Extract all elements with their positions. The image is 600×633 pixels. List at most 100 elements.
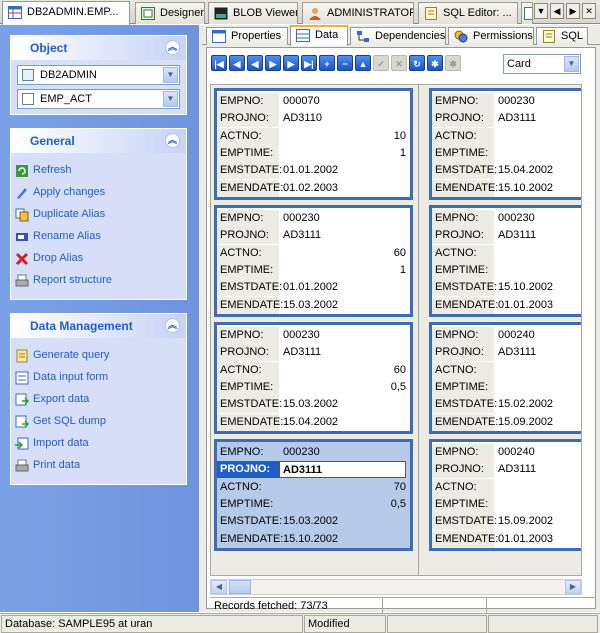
field-value[interactable]: 1 [283, 145, 406, 162]
cancel-edit-button[interactable]: ✕ [391, 55, 407, 71]
field-value[interactable]: AD3111 [498, 227, 581, 244]
card-field-actno[interactable]: ACTNO: 60 [217, 361, 410, 379]
tab-overflow-partial[interactable] [521, 2, 533, 24]
card-field-emptime[interactable]: EMPTIME: [432, 378, 581, 396]
card-field-emendate[interactable]: EMENDATE: 15.03.2002 [217, 296, 410, 314]
card-field-emstdate[interactable]: EMSTDATE: 01.01.2002 [217, 279, 410, 297]
card-field-empno[interactable]: EMPNO: 000230 [217, 327, 410, 344]
drop-alias-link[interactable]: Drop Alias [11, 249, 186, 271]
filter-button[interactable]: ✱ [445, 55, 461, 71]
field-value[interactable]: 000070 [283, 93, 406, 110]
prior-page-button[interactable]: ◀ [229, 55, 245, 71]
card-field-empno[interactable]: EMPNO: 000240 [432, 327, 581, 344]
field-value[interactable]: 0,5 [283, 379, 406, 396]
duplicate-alias-link[interactable]: Duplicate Alias [11, 205, 186, 227]
card-field-emptime[interactable]: EMPTIME: [432, 261, 581, 279]
card-field-emendate[interactable]: EMENDATE: 01.01.2003 [432, 296, 581, 314]
chevron-down-icon[interactable]: ▼ [564, 56, 579, 72]
field-value[interactable]: 60 [283, 245, 406, 262]
field-value[interactable]: AD3111 [498, 344, 581, 361]
field-value[interactable] [498, 245, 581, 262]
collapse-icon[interactable]: ︽ [165, 133, 180, 148]
database-select[interactable]: DB2ADMIN ▼ [17, 65, 180, 85]
card-field-emstdate[interactable]: EMSTDATE: 15.09.2002 [432, 513, 581, 531]
field-value[interactable]: 15.03.2002 [283, 513, 406, 530]
rename-alias-link[interactable]: Rename Alias [11, 227, 186, 249]
field-value[interactable]: AD3111 [279, 461, 406, 479]
card-field-projno[interactable]: PROJNO: AD3111 [432, 227, 581, 245]
tab-blob-viewer[interactable]: BLOB Viewer [208, 2, 298, 24]
tab-designer[interactable]: Designer [135, 2, 205, 24]
record-card[interactable]: EMPNO: 000230 PROJNO: AD3111 ACTNO: EMPTIME: E… [429, 88, 581, 200]
edit-record-button[interactable]: ▲ [355, 55, 371, 71]
card-field-empno[interactable]: EMPNO: 000230 [217, 444, 410, 461]
tab-sql[interactable]: SQL [536, 27, 588, 45]
card-field-empno[interactable]: EMPNO: 000070 [217, 93, 410, 110]
field-value[interactable] [498, 479, 581, 496]
field-value[interactable]: 000230 [498, 210, 581, 227]
card-field-projno[interactable]: PROJNO: AD3111 [432, 110, 581, 128]
collapse-icon[interactable]: ︽ [165, 40, 180, 55]
field-value[interactable] [498, 379, 581, 396]
field-value[interactable]: 01.01.2002 [283, 279, 406, 296]
delete-record-button[interactable]: − [337, 55, 353, 71]
scroll-thumb[interactable] [229, 580, 251, 594]
card-field-emstdate[interactable]: EMSTDATE: 01.01.2002 [217, 162, 410, 180]
get-sql-dump-link[interactable]: Get SQL dump [11, 412, 186, 434]
field-value[interactable]: 1 [283, 262, 406, 279]
field-value[interactable]: AD3111 [283, 227, 406, 244]
card-field-emptime[interactable]: EMPTIME: 1 [217, 261, 410, 279]
card-field-emendate[interactable]: EMENDATE: 15.09.2002 [432, 413, 581, 431]
field-value[interactable] [498, 362, 581, 379]
record-card[interactable]: EMPNO: 000230 PROJNO: AD3111 ACTNO: 60 EMPTIME… [214, 205, 413, 317]
tab-sql-editor[interactable]: SQL Editor: ... [418, 2, 518, 24]
card-field-empno[interactable]: EMPNO: 000240 [432, 444, 581, 461]
field-value[interactable]: 01.02.2003 [283, 180, 406, 197]
refresh-link[interactable]: Refresh [11, 161, 186, 183]
tab-properties[interactable]: Properties [206, 27, 288, 45]
card-field-empno[interactable]: EMPNO: 000230 [217, 210, 410, 227]
field-value[interactable] [498, 128, 581, 145]
card-field-projno[interactable]: PROJNO: AD3111 [217, 344, 410, 362]
card-field-actno[interactable]: ACTNO: [432, 478, 581, 496]
card-field-emstdate[interactable]: EMSTDATE: 15.10.2002 [432, 279, 581, 297]
export-data-link[interactable]: Export data [11, 390, 186, 412]
card-field-emptime[interactable]: EMPTIME: [432, 495, 581, 513]
close-tab-button[interactable]: ✕ [582, 3, 596, 19]
chevron-down-icon[interactable]: ▼ [163, 67, 178, 83]
object-group-header[interactable]: Object ︽ [11, 36, 186, 60]
card-field-projno[interactable]: PROJNO: AD3111 [432, 461, 581, 479]
card-field-actno[interactable]: ACTNO: [432, 361, 581, 379]
card-field-emendate[interactable]: EMENDATE: 15.10.2002 [432, 179, 581, 197]
card-field-emstdate[interactable]: EMSTDATE: 15.03.2002 [217, 396, 410, 414]
field-value[interactable]: 000230 [283, 327, 406, 344]
apply-changes-link[interactable]: Apply changes [11, 183, 186, 205]
card-field-emptime[interactable]: EMPTIME: 0,5 [217, 378, 410, 396]
field-value[interactable]: 15.03.2002 [283, 297, 406, 314]
card-field-emendate[interactable]: EMENDATE: 15.10.2002 [217, 530, 410, 548]
card-field-projno[interactable]: PROJNO: AD3111 [217, 461, 410, 479]
field-value[interactable]: AD3110 [283, 110, 406, 127]
card-field-actno[interactable]: ACTNO: 60 [217, 244, 410, 262]
scroll-right-arrow[interactable]: ▶ [565, 580, 581, 594]
prior-record-button[interactable]: ◀ [247, 55, 263, 71]
tab-scroll-left-button[interactable]: ◀ [550, 3, 564, 19]
field-value[interactable]: 15.09.2002 [498, 513, 581, 530]
field-value[interactable]: 60 [283, 362, 406, 379]
tab-data[interactable]: Data [290, 25, 348, 46]
first-record-button[interactable]: |◀ [211, 55, 227, 71]
card-field-actno[interactable]: ACTNO: 10 [217, 127, 410, 145]
tab-dependencies[interactable]: Dependencies [350, 27, 446, 45]
field-value[interactable]: 15.10.2002 [498, 279, 581, 296]
record-card[interactable]: EMPNO: 000070 PROJNO: AD3110 ACTNO: 10 EMPTIME… [214, 88, 413, 200]
data-management-group-header[interactable]: Data Management ︽ [11, 314, 186, 338]
field-value[interactable]: 15.02.2002 [498, 396, 581, 413]
field-value[interactable]: 000240 [498, 444, 581, 461]
field-value[interactable]: 000230 [283, 210, 406, 227]
general-group-header[interactable]: General ︽ [11, 129, 186, 153]
card-field-empno[interactable]: EMPNO: 000230 [432, 93, 581, 110]
record-card[interactable]: EMPNO: 000230 PROJNO: AD3111 ACTNO: 70 EMPTIME… [214, 439, 413, 551]
bookmark-button[interactable]: ✱ [427, 55, 443, 71]
horizontal-scrollbar[interactable]: ◀ ▶ [210, 579, 582, 595]
record-card[interactable]: EMPNO: 000230 PROJNO: AD3111 ACTNO: 60 EMPTIME… [214, 322, 413, 434]
